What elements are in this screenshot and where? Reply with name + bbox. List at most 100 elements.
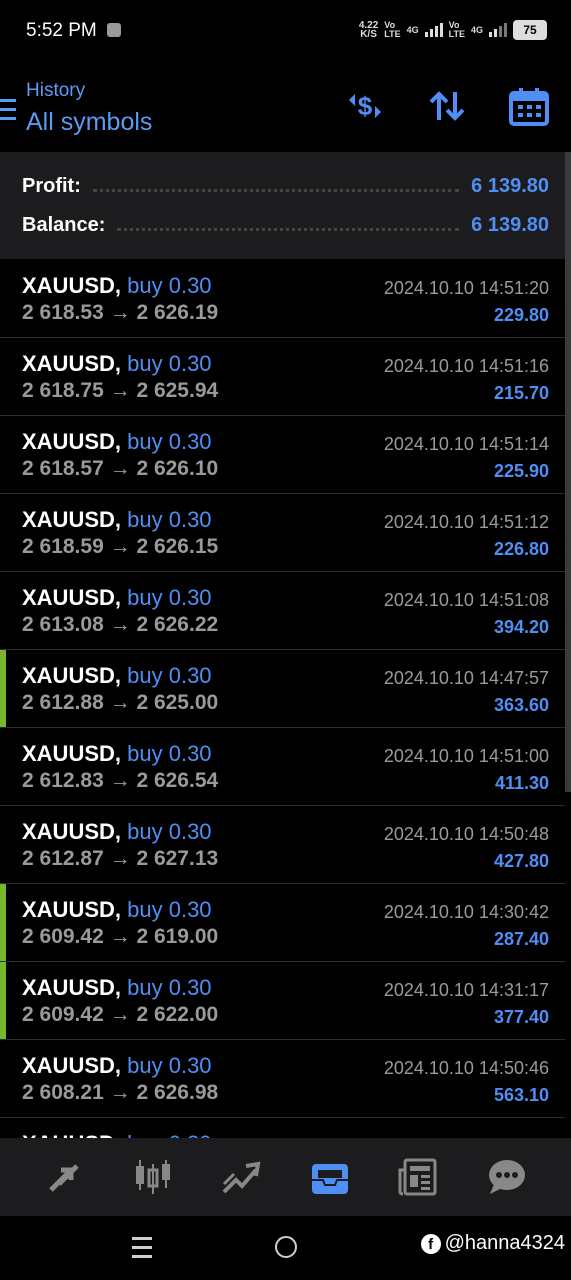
open-price: 2 609.42 (22, 925, 104, 948)
trade-type: buy 0.30 (127, 741, 212, 766)
trade-row[interactable]: XAUUSD, buy 0.302024.10.10 14:51:03 (0, 1118, 565, 1140)
nav-chat[interactable] (484, 1154, 530, 1200)
nav-trade[interactable] (218, 1154, 264, 1200)
close-price: 2 626.10 (136, 457, 219, 480)
trade-history-list: XAUUSD, buy 0.30 2 618.53 → 2 626.19 2024.… (0, 260, 565, 1140)
trade-profit: 226.80 (493, 539, 549, 559)
deposit-filter-button[interactable]: $ (343, 84, 387, 128)
arrow-icon: → (109, 535, 131, 558)
symbol-filter[interactable]: All symbols (26, 108, 152, 137)
arrow-icon: → (109, 847, 131, 870)
volte-indicator-2: Vo LTE (448, 20, 465, 39)
trade-type: buy 0.30 (127, 351, 212, 376)
app-header: History All symbols $ (0, 62, 571, 152)
profit-row: Profit: 6 139.80 (22, 171, 549, 201)
close-price: 2 626.22 (136, 613, 219, 636)
trade-type: buy 0.30 (127, 975, 212, 1000)
trade-type: buy 0.30 (127, 507, 212, 532)
trade-profit: 411.30 (494, 773, 549, 793)
trade-symbol: XAUUSD, buy 0.30 (22, 741, 212, 766)
signal-icon-2 (489, 23, 507, 37)
trade-prices: 2 612.87 → 2 627.13 (22, 847, 218, 871)
nav-history[interactable] (307, 1154, 353, 1200)
recent-apps-icon[interactable] (132, 1237, 152, 1264)
trade-prices: 2 608.21 → 2 626.98 (22, 1081, 218, 1105)
trade-prices: 2 618.75 → 2 625.94 (22, 379, 218, 403)
open-price: 2 618.57 (22, 457, 104, 480)
trade-row[interactable]: XAUUSD, buy 0.30 2 618.57 → 2 626.10 2024.… (0, 416, 565, 494)
trade-type: buy 0.30 (127, 1053, 212, 1078)
trade-time: 2024.10.10 14:51:08 (383, 590, 549, 610)
trade-row[interactable]: XAUUSD, buy 0.30 2 618.75 → 2 625.94 2024.… (0, 338, 565, 416)
status-time: 5:52 PM (26, 20, 97, 41)
notification-icon (107, 23, 121, 37)
trade-prices: 2 609.42 → 2 622.00 (22, 1003, 218, 1027)
trade-time: 2024.10.10 14:30:42 (383, 902, 549, 922)
trade-prices: 2 613.08 → 2 626.22 (22, 613, 218, 637)
trade-row[interactable]: XAUUSD, buy 0.30 2 612.87 → 2 627.13 2024.… (0, 806, 565, 884)
trade-row[interactable]: XAUUSD, buy 0.30 2 609.42 → 2 619.00 2024.… (0, 884, 565, 962)
dotted-leader (92, 188, 460, 192)
trade-profit: 427.80 (493, 851, 549, 871)
trade-type: buy 0.30 (127, 273, 212, 298)
profit-value: 6 139.80 (471, 174, 549, 197)
quotes-icon (49, 1164, 80, 1192)
trade-prices: 2 612.88 → 2 625.00 (22, 691, 218, 715)
trade-row[interactable]: XAUUSD, buy 0.30 2 612.83 → 2 626.54 2024.… (0, 728, 565, 806)
trade-row[interactable]: XAUUSD, buy 0.30 2 613.08 → 2 626.22 2024.… (0, 572, 565, 650)
trade-time: 2024.10.10 14:31:17 (383, 980, 549, 1000)
trade-profit: 563.10 (493, 1085, 549, 1105)
open-price: 2 608.21 (22, 1081, 104, 1104)
network-gen-1: 4G (406, 24, 419, 35)
open-price: 2 612.87 (22, 847, 104, 870)
trade-profit: 287.40 (493, 929, 549, 949)
status-icons: 4.22 K/S Vo LTE 4G Vo LTE 4G 75 (359, 20, 547, 40)
trade-time: 2024.10.10 14:51:20 (383, 278, 549, 298)
close-price: 2 625.00 (136, 691, 219, 714)
period-button[interactable] (507, 84, 551, 128)
trade-profit: 215.70 (493, 383, 549, 403)
network-speed: 4.22 K/S (358, 20, 379, 40)
trade-symbol: XAUUSD, buy 0.30 (22, 975, 212, 1000)
trade-prices: 2 612.83 → 2 626.54 (22, 769, 218, 793)
network-gen-2: 4G (470, 24, 483, 35)
close-price: 2 626.15 (136, 535, 219, 558)
trade-symbol: XAUUSD, buy 0.30 (22, 507, 212, 532)
open-price: 2 618.53 (22, 301, 104, 324)
open-price: 2 609.42 (22, 1003, 104, 1026)
scrollbar[interactable] (565, 152, 571, 792)
open-price: 2 613.08 (22, 613, 104, 636)
trade-prices: 2 609.42 → 2 619.00 (22, 925, 218, 949)
dotted-leader (117, 227, 460, 231)
close-price: 2 625.94 (136, 379, 219, 402)
arrow-icon: → (109, 769, 131, 792)
nav-quotes[interactable] (41, 1154, 87, 1200)
trade-symbol: XAUUSD, buy 0.30 (22, 897, 212, 922)
chart-icon (135, 1160, 170, 1194)
arrow-icon: → (109, 1081, 131, 1104)
menu-icon[interactable] (0, 99, 16, 126)
battery-icon: 75 (513, 20, 547, 40)
balance-row: Balance: 6 139.80 (22, 210, 549, 240)
trade-time: 2024.10.10 14:47:57 (383, 668, 549, 688)
trade-row[interactable]: XAUUSD, buy 0.30 2 609.42 → 2 622.00 2024.… (0, 962, 565, 1040)
balance-value: 6 139.80 (471, 213, 549, 236)
close-price: 2 619.00 (136, 925, 219, 948)
nav-chart[interactable] (130, 1154, 176, 1200)
trade-row[interactable]: XAUUSD, buy 0.30 2 618.59 → 2 626.15 2024.… (0, 494, 565, 572)
sort-button[interactable] (425, 84, 469, 128)
trade-symbol: XAUUSD, buy 0.30 (22, 429, 212, 454)
trade-row[interactable]: XAUUSD, buy 0.30 2 618.53 → 2 626.19 2024.… (0, 260, 565, 338)
profit-label: Profit: (22, 174, 81, 197)
home-icon[interactable] (275, 1236, 297, 1258)
trade-row[interactable]: XAUUSD, buy 0.30 2 612.88 → 2 625.00 2024.… (0, 650, 565, 728)
news-icon (398, 1158, 437, 1196)
trade-profit: 394.20 (493, 617, 549, 637)
arrow-icon: → (109, 1003, 131, 1026)
trade-time: 2024.10.10 14:50:48 (383, 824, 549, 844)
trade-symbol: XAUUSD, buy 0.30 (22, 351, 212, 376)
watermark: f @hanna4324 (420, 1232, 565, 1255)
open-price: 2 612.83 (22, 769, 104, 792)
nav-news[interactable] (395, 1154, 441, 1200)
trade-row[interactable]: XAUUSD, buy 0.30 2 608.21 → 2 626.98 2024.… (0, 1040, 565, 1118)
